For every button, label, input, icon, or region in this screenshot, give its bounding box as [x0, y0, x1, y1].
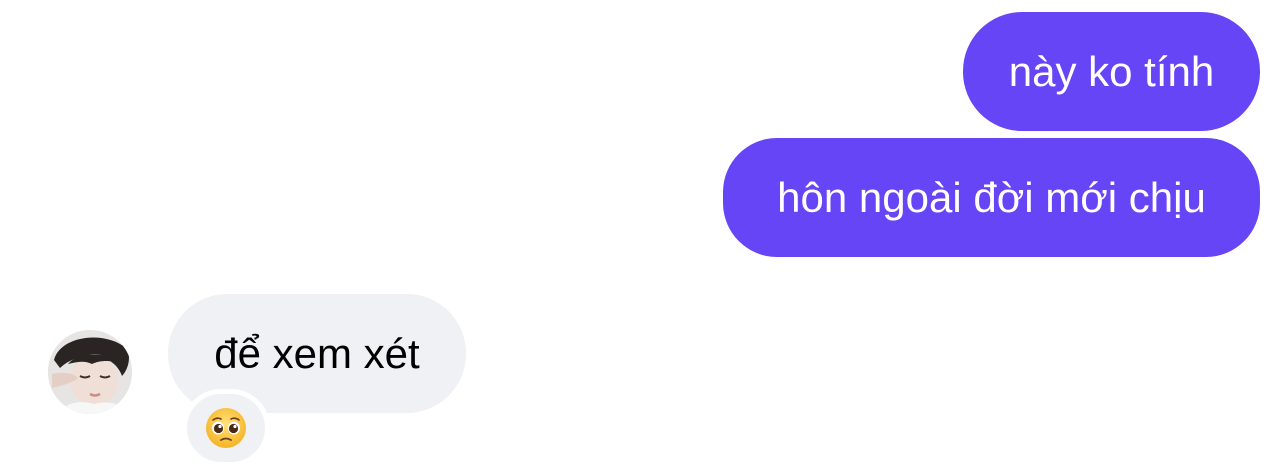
sender-avatar[interactable]: [48, 330, 132, 414]
avatar-photo: [48, 330, 132, 414]
message-text: để xem xét: [214, 329, 420, 377]
sent-message-bubble[interactable]: hôn ngoài đời mới chịu: [723, 138, 1260, 257]
message-text: này ko tính: [1008, 47, 1215, 95]
message-reaction[interactable]: [182, 389, 270, 467]
pleading-face-icon: [206, 408, 246, 448]
message-text: hôn ngoài đời mới chịu: [777, 173, 1206, 221]
sent-message-bubble[interactable]: này ko tính: [963, 12, 1260, 131]
